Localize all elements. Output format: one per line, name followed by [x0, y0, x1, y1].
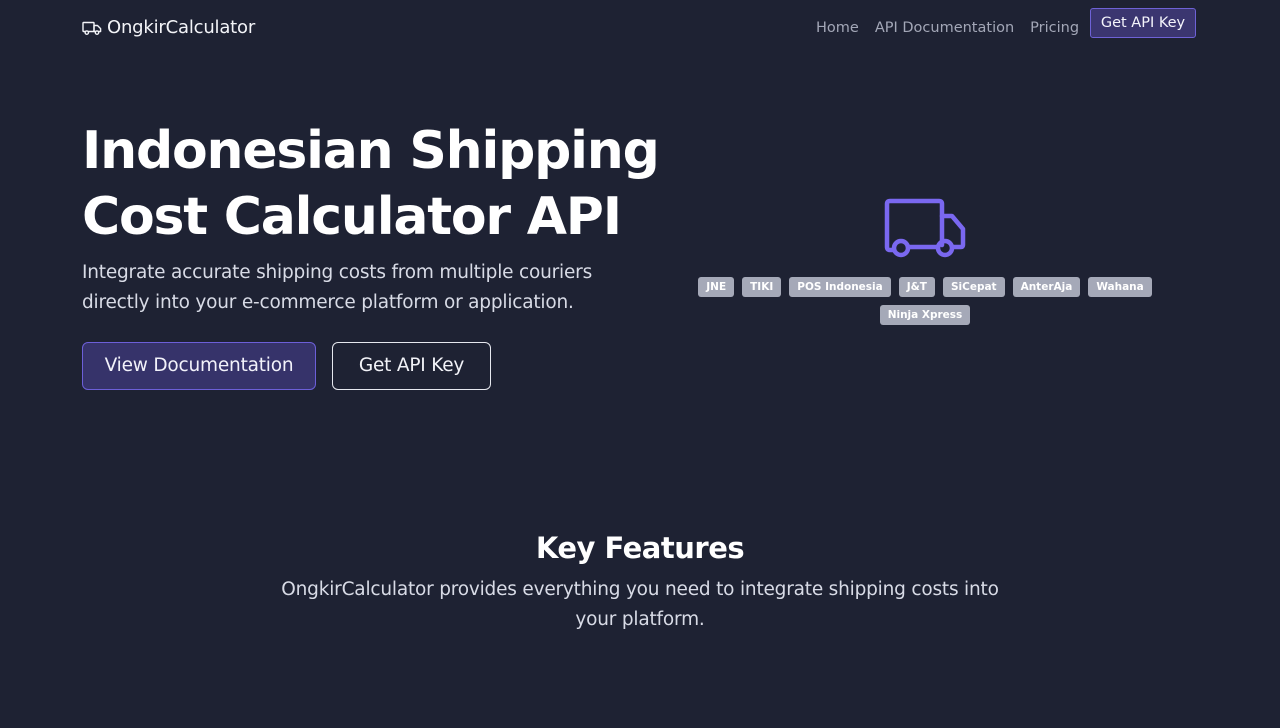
features-title: Key Features [535, 531, 745, 565]
navbar: OngkirCalculator Home API Documentation … [0, 0, 1280, 56]
hero-subtitle: Integrate accurate shipping costs from m… [82, 262, 593, 313]
courier-badge-ninja-xpress: Ninja Xpress [879, 305, 971, 325]
courier-badge-jnt: J&T [898, 277, 935, 297]
view-documentation-button[interactable]: View Documentation [82, 342, 316, 390]
nav-link-pricing[interactable]: Pricing [1030, 19, 1079, 37]
nav-get-api-key-button[interactable]: Get API Key [1090, 8, 1196, 38]
hero-title-line-1: Indonesian Shipping [82, 121, 660, 181]
courier-badge-pos-indonesia: POS Indonesia [789, 277, 891, 297]
courier-badge-wahana: Wahana [1088, 277, 1152, 297]
brand-name: OngkirCalculator [107, 17, 256, 38]
truck-icon [884, 198, 966, 260]
courier-badge-sicepat: SiCepat [942, 277, 1005, 297]
brand-logo-link[interactable]: OngkirCalculator [82, 17, 255, 39]
courier-badge-anteraja: AnterAja [1012, 277, 1081, 297]
courier-badges: JNE TIKI POS Indonesia J&T SiCepat Anter… [694, 277, 1156, 325]
hero-title: Indonesian Shipping Cost Calculator API [82, 118, 682, 250]
nav-link-home[interactable]: Home [816, 19, 859, 37]
features-subtitle: OngkirCalculator provides everything you… [281, 579, 999, 630]
courier-badge-tiki: TIKI [742, 277, 782, 297]
get-api-key-button[interactable]: Get API Key [332, 342, 491, 390]
truck-icon [82, 20, 102, 36]
nav-link-api-documentation[interactable]: API Documentation [875, 19, 1014, 37]
courier-badge-jne: JNE [698, 277, 735, 297]
nav-links: Home API Documentation Pricing [816, 19, 1079, 37]
hero-title-line-2: Cost Calculator API [82, 187, 622, 247]
